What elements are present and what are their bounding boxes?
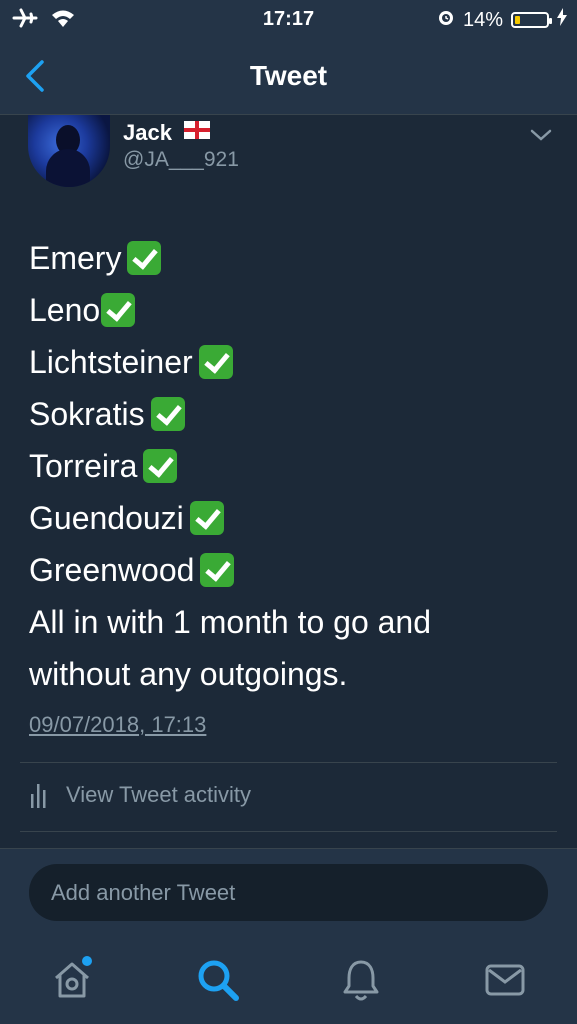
tweet-text-line: Torreira bbox=[29, 440, 549, 492]
tweet-text-line: Greenwood bbox=[29, 544, 549, 596]
tweet-detail: Jack @JA___921 Emery Leno Lichtsteiner Sokr… bbox=[0, 115, 577, 848]
battery-level-fill bbox=[515, 16, 520, 24]
add-tweet-input[interactable]: Add another Tweet bbox=[29, 864, 548, 921]
tweet-text-line-label: All in with 1 month to go and bbox=[29, 604, 432, 640]
view-tweet-activity-button[interactable]: View Tweet activity bbox=[30, 782, 251, 808]
tweet-text-line-label: Sokratis bbox=[29, 396, 145, 432]
tweet-text-line: Leno bbox=[29, 284, 549, 336]
avatar[interactable] bbox=[28, 115, 110, 187]
tab-bar bbox=[0, 934, 577, 1024]
reply-composer-bar: Add another Tweet bbox=[0, 848, 577, 934]
page-title: Tweet bbox=[249, 60, 328, 91]
tweet-text-line: Sokratis bbox=[29, 388, 549, 440]
tweet-text-line-label: Lichtsteiner bbox=[29, 344, 193, 380]
tweet-text-line-label: Guendouzi bbox=[29, 500, 184, 536]
search-icon bbox=[198, 960, 239, 1001]
notifications-icon bbox=[343, 960, 379, 1001]
check-mark-icon bbox=[127, 241, 162, 275]
tweet-text-line-label: Emery bbox=[29, 240, 122, 276]
check-mark-icon bbox=[150, 397, 185, 431]
status-bar: 17:17 14% bbox=[0, 0, 577, 38]
tab-home[interactable] bbox=[48, 956, 96, 1004]
tweet-text-line-label: Torreira bbox=[29, 448, 138, 484]
check-mark-icon bbox=[198, 345, 233, 379]
tab-messages[interactable] bbox=[481, 956, 529, 1004]
tweet-text-line-label: Greenwood bbox=[29, 552, 195, 588]
nav-bar: Tweet bbox=[0, 38, 577, 115]
view-tweet-activity-label: View Tweet activity bbox=[66, 782, 252, 807]
tab-search[interactable] bbox=[194, 956, 242, 1004]
check-mark-icon bbox=[200, 553, 235, 587]
tweet-options-button[interactable] bbox=[529, 127, 553, 143]
tweet-text-line: Guendouzi bbox=[29, 492, 549, 544]
tweet-text-line: Emery bbox=[29, 232, 549, 284]
analytics-icon bbox=[31, 784, 46, 808]
chevron-down-icon bbox=[530, 129, 552, 141]
author-name[interactable]: Jack bbox=[123, 119, 211, 146]
alarm-icon bbox=[437, 8, 455, 32]
author-name-text: Jack bbox=[123, 120, 172, 145]
tweet-text-line: Lichtsteiner bbox=[29, 336, 549, 388]
divider bbox=[20, 831, 557, 832]
tweet-text-line: without any outgoings. bbox=[29, 648, 549, 700]
divider bbox=[20, 762, 557, 763]
tweet-text-line-label: without any outgoings. bbox=[29, 656, 348, 692]
england-flag-icon bbox=[184, 119, 211, 145]
home-icon bbox=[55, 956, 92, 998]
battery-icon bbox=[511, 12, 552, 28]
tweet-text: Emery Leno Lichtsteiner Sokratis Torreira Gue… bbox=[29, 232, 549, 700]
author-handle[interactable]: @JA___921 bbox=[123, 148, 239, 172]
charging-bolt-icon bbox=[557, 8, 567, 32]
check-mark-icon bbox=[189, 501, 224, 535]
tab-notifications[interactable] bbox=[337, 956, 385, 1004]
tweet-timestamp[interactable]: 09/07/2018, 17:13 bbox=[29, 712, 206, 738]
messages-icon bbox=[485, 964, 525, 996]
tweet-text-line-label: Leno bbox=[29, 292, 101, 328]
check-mark-icon bbox=[143, 449, 178, 483]
tweet-text-line: All in with 1 month to go and bbox=[29, 596, 549, 648]
battery-percent: 14% bbox=[462, 8, 503, 31]
check-mark-icon bbox=[101, 293, 136, 327]
avatar-figure-body bbox=[46, 149, 90, 187]
